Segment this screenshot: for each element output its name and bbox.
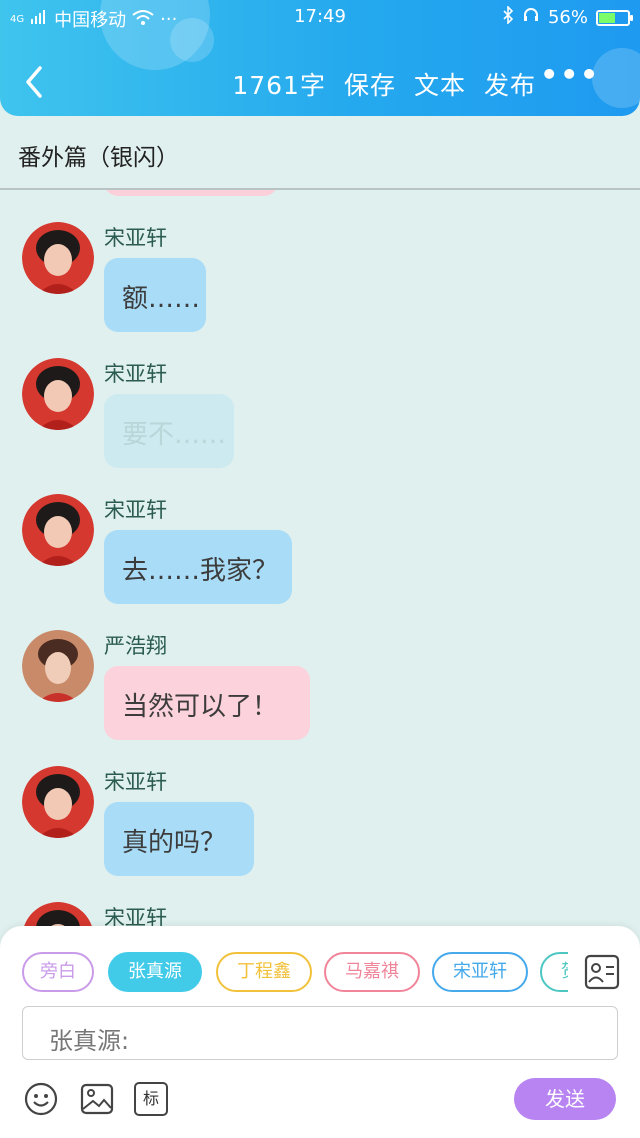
- character-selector[interactable]: 旁白 张真源 丁程鑫 马嘉祺 宋亚轩 贺: [22, 952, 568, 994]
- character-manage-button[interactable]: [584, 954, 620, 990]
- character-chip[interactable]: 丁程鑫: [216, 952, 312, 992]
- word-count: 1761字: [232, 71, 326, 100]
- more-menu-button[interactable]: •••: [540, 58, 600, 91]
- avatar[interactable]: [22, 222, 94, 294]
- speaker-name: 严浩翔: [104, 634, 167, 658]
- speaker-name: 宋亚轩: [104, 226, 167, 250]
- smiley-icon: [24, 1082, 58, 1116]
- speaker-name: 宋亚轩: [104, 498, 167, 522]
- app-header: 4G 中国移动 ··· 17:49 56% 1761字 保存 文本 发布 •••: [0, 0, 640, 116]
- tag-button[interactable]: 标: [134, 1082, 168, 1116]
- save-button[interactable]: 保存: [344, 66, 396, 102]
- back-button[interactable]: [20, 62, 50, 102]
- battery-fill: [599, 12, 615, 23]
- emoji-button[interactable]: [24, 1082, 58, 1116]
- character-chip[interactable]: 马嘉祺: [324, 952, 420, 992]
- character-chip[interactable]: 旁白: [22, 952, 94, 992]
- nav-bar: 1761字 保存 文本 发布 •••: [0, 58, 640, 108]
- avatar[interactable]: [22, 766, 94, 838]
- chevron-left-icon: [26, 66, 42, 98]
- headset-icon: [522, 6, 540, 29]
- page-title[interactable]: 番外篇（银闪）: [18, 138, 179, 172]
- message-bubble[interactable]: 额……: [104, 258, 206, 332]
- speaker-name: 宋亚轩: [104, 362, 167, 386]
- contact-card-icon: [584, 954, 620, 990]
- previous-message-bubble: [104, 190, 278, 196]
- text-button[interactable]: 文本: [414, 66, 466, 102]
- chat-list[interactable]: 宋亚轩 额…… 宋亚轩 要不…… 宋亚轩 去……我家？ 严浩翔 当然可以了！ 宋…: [0, 190, 640, 950]
- message-input[interactable]: 张真源:: [22, 1006, 618, 1060]
- image-button[interactable]: [80, 1082, 114, 1116]
- character-chip[interactable]: 贺: [540, 952, 568, 992]
- character-chip[interactable]: 宋亚轩: [432, 952, 528, 992]
- character-chip[interactable]: 张真源: [108, 952, 202, 992]
- image-icon: [80, 1083, 114, 1115]
- story-title-bar: 番外篇（银闪）: [0, 116, 640, 190]
- avatar[interactable]: [22, 358, 94, 430]
- compose-panel: 旁白 张真源 丁程鑫 马嘉祺 宋亚轩 贺 张真源: 标 发送: [0, 926, 640, 1138]
- more-icon: •••: [540, 58, 600, 91]
- message-bubble[interactable]: 当然可以了！: [104, 666, 310, 740]
- publish-button[interactable]: 发布: [484, 66, 536, 102]
- avatar[interactable]: [22, 494, 94, 566]
- bluetooth-icon: [502, 5, 514, 29]
- battery-icon: [596, 9, 633, 26]
- battery-percent: 56%: [547, 7, 588, 28]
- message-bubble[interactable]: 去……我家？: [104, 530, 292, 604]
- speaker-name: 宋亚轩: [104, 770, 167, 794]
- send-button[interactable]: 发送: [514, 1078, 616, 1120]
- message-bubble[interactable]: 要不……: [104, 394, 234, 468]
- avatar[interactable]: [22, 630, 94, 702]
- status-bar: 4G 中国移动 ··· 17:49 56%: [0, 0, 640, 34]
- message-bubble[interactable]: 真的吗？: [104, 802, 254, 876]
